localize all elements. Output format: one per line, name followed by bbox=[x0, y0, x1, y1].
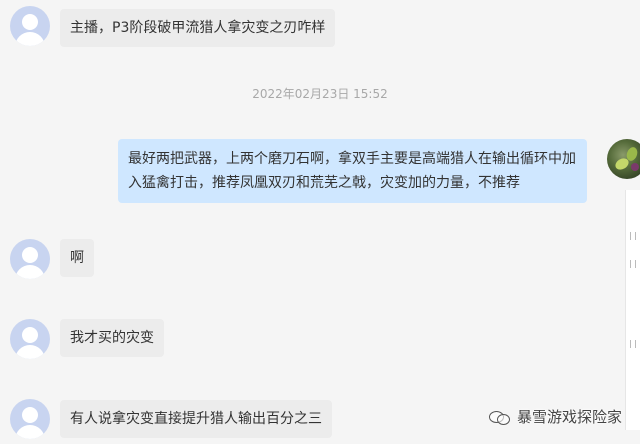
message-text: 我才买的灾变 bbox=[70, 330, 154, 346]
avatar-body-shape bbox=[15, 265, 45, 279]
sender-avatar[interactable] bbox=[10, 6, 50, 46]
avatar-head-shape bbox=[22, 14, 38, 30]
watermark-text: 暴雪游戏探险家 bbox=[516, 408, 622, 426]
avatar-body-shape bbox=[15, 345, 45, 359]
wechat-icon bbox=[488, 409, 511, 425]
avatar-head-shape bbox=[22, 247, 38, 263]
sender-avatar[interactable] bbox=[10, 319, 50, 359]
message-text: 主播，P3阶段破甲流猎人拿灾变之刃咋样 bbox=[70, 20, 326, 36]
message-bubble-self[interactable]: 最好两把武器，上两个磨刀石啊，拿双手主要是高端猎人在输出循环中加入猛禽打击，推荐… bbox=[118, 139, 587, 203]
chat-window: 主播，P3阶段破甲流猎人拿灾变之刃咋样 2022年02月23日 15:52 最好… bbox=[0, 0, 640, 444]
avatar-head-shape bbox=[22, 327, 38, 343]
avatar-body-shape bbox=[15, 425, 45, 439]
message-bubble[interactable]: 我才买的灾变 bbox=[60, 319, 164, 357]
message-text: 最好两把武器，上两个磨刀石啊，拿双手主要是高端猎人在输出循环中加入猛禽打击，推荐… bbox=[128, 151, 576, 191]
watermark: 暴雪游戏探险家 bbox=[488, 406, 622, 427]
panel-grip-icon bbox=[630, 340, 636, 348]
panel-grip-icon bbox=[630, 232, 636, 240]
side-panel-edge[interactable] bbox=[625, 190, 640, 430]
self-avatar[interactable] bbox=[607, 139, 640, 179]
message-bubble[interactable]: 啊 bbox=[60, 239, 94, 277]
message-bubble[interactable]: 有人说拿灾变直接提升猎人输出百分之三 bbox=[60, 400, 332, 438]
avatar-body-shape bbox=[15, 32, 45, 46]
avatar-graphic bbox=[631, 163, 639, 171]
message-timestamp: 2022年02月23日 15:52 bbox=[252, 87, 388, 101]
message-text: 有人说拿灾变直接提升猎人输出百分之三 bbox=[70, 411, 322, 427]
avatar-head-shape bbox=[22, 407, 38, 423]
panel-grip-icon bbox=[630, 260, 636, 268]
sender-avatar[interactable] bbox=[10, 239, 50, 279]
message-text: 啊 bbox=[70, 250, 84, 266]
sender-avatar[interactable] bbox=[10, 399, 50, 439]
message-bubble[interactable]: 主播，P3阶段破甲流猎人拿灾变之刃咋样 bbox=[60, 9, 336, 47]
